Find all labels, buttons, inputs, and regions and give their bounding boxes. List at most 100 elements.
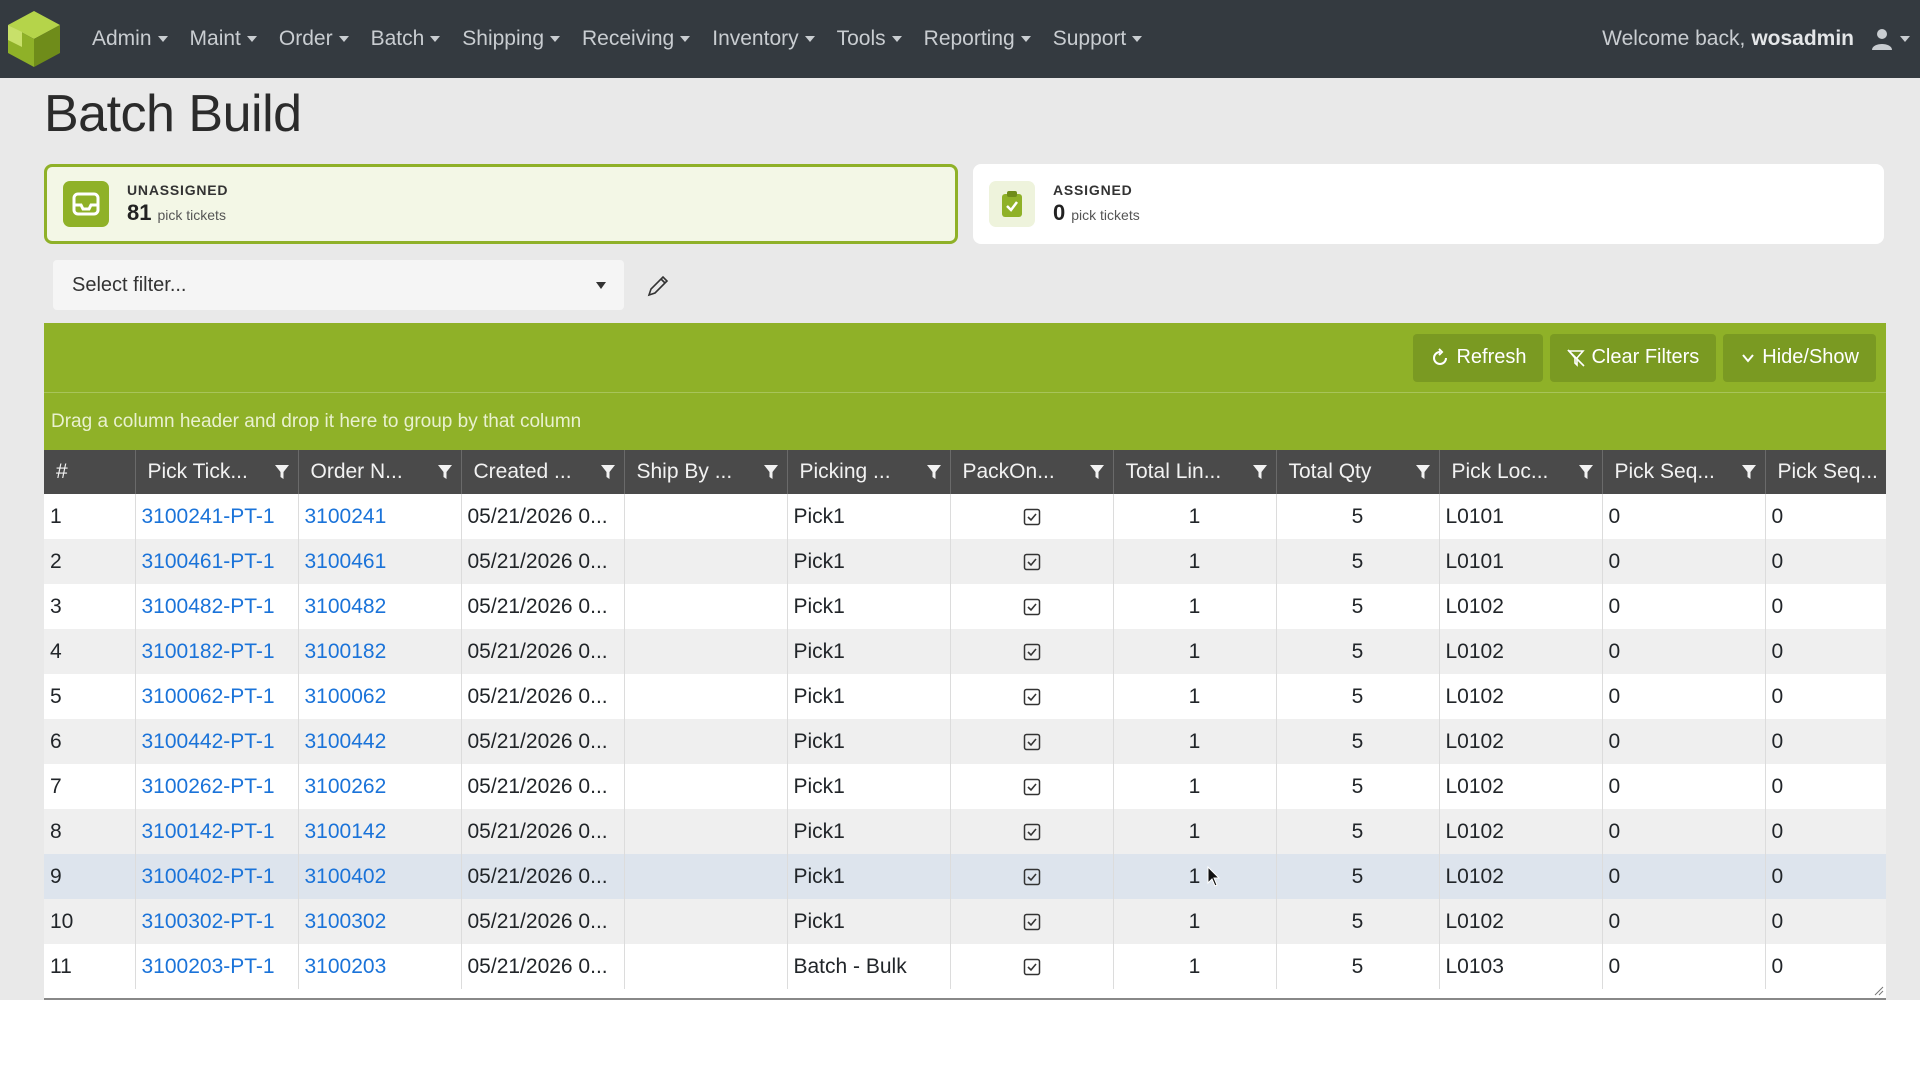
- nav-item-admin[interactable]: Admin: [92, 27, 168, 51]
- checkbox-checked-icon[interactable]: [1023, 508, 1041, 526]
- checkbox-checked-icon[interactable]: [1023, 733, 1041, 751]
- order-number-link[interactable]: 3100142: [305, 820, 387, 843]
- nav-item-support[interactable]: Support: [1053, 27, 1143, 51]
- filter-icon[interactable]: [1415, 464, 1431, 480]
- column-header[interactable]: Created ...: [461, 450, 625, 494]
- nav-item-reporting[interactable]: Reporting: [924, 27, 1031, 51]
- pick-ticket-link[interactable]: 3100402-PT-1: [142, 865, 275, 888]
- cell-n: 4: [44, 629, 136, 674]
- nav-item-batch[interactable]: Batch: [371, 27, 441, 51]
- pencil-icon[interactable]: [646, 274, 670, 298]
- column-header[interactable]: Ship By ...: [624, 450, 788, 494]
- filter-icon[interactable]: [1741, 464, 1757, 480]
- column-header[interactable]: #: [44, 450, 136, 494]
- filter-icon[interactable]: [763, 464, 779, 480]
- checkbox-checked-icon[interactable]: [1023, 958, 1041, 976]
- user-menu[interactable]: Welcome back, wosadmin: [1602, 0, 1910, 78]
- clear-filters-button[interactable]: Clear Filters: [1550, 333, 1717, 382]
- order-number-link[interactable]: 3100203: [305, 955, 387, 978]
- page-title: Batch Build: [44, 85, 302, 143]
- checkbox-checked-icon[interactable]: [1023, 643, 1041, 661]
- group-by-panel[interactable]: Drag a column header and drop it here to…: [44, 393, 1886, 450]
- column-header[interactable]: Pick Seq...: [1765, 450, 1886, 494]
- hide-show-button[interactable]: Hide/Show: [1723, 333, 1876, 382]
- nav-item-maint[interactable]: Maint: [190, 27, 257, 51]
- filter-icon[interactable]: [1578, 464, 1594, 480]
- column-header-label: PackOn...: [962, 460, 1055, 483]
- column-header[interactable]: Picking ...: [787, 450, 951, 494]
- column-header[interactable]: Total Qty: [1276, 450, 1440, 494]
- checkbox-checked-icon[interactable]: [1023, 868, 1041, 886]
- nav-item-inventory[interactable]: Inventory: [712, 27, 815, 51]
- filter-select[interactable]: Select filter...: [53, 260, 624, 310]
- cell-picking: Pick1: [787, 809, 951, 854]
- column-header[interactable]: Pick Loc...: [1439, 450, 1603, 494]
- pick-ticket-link[interactable]: 3100062-PT-1: [142, 685, 275, 708]
- column-header[interactable]: PackOn...: [950, 450, 1114, 494]
- pick-ticket-link[interactable]: 3100182-PT-1: [142, 640, 275, 663]
- nav-item-order[interactable]: Order: [279, 27, 349, 51]
- order-number-link[interactable]: 3100262: [305, 775, 387, 798]
- column-header[interactable]: Pick Seq...: [1602, 450, 1766, 494]
- table-row[interactable]: 3 3100482-PT-1 3100482 05/21/2026 0... Pick1…: [44, 584, 1886, 629]
- pick-ticket-link[interactable]: 3100203-PT-1: [142, 955, 275, 978]
- order-number-link[interactable]: 3100442: [305, 730, 387, 753]
- order-number-link[interactable]: 3100241: [305, 505, 387, 528]
- table-row[interactable]: 11 3100203-PT-1 3100203 05/21/2026 0... Batc…: [44, 944, 1886, 989]
- checkbox-checked-icon[interactable]: [1023, 778, 1041, 796]
- order-number-link[interactable]: 3100402: [305, 865, 387, 888]
- pick-ticket-link[interactable]: 3100262-PT-1: [142, 775, 275, 798]
- unassigned-card[interactable]: UNASSIGNED 81 pick tickets: [44, 164, 958, 244]
- pick-ticket-link[interactable]: 3100482-PT-1: [142, 595, 275, 618]
- table-row[interactable]: 5 3100062-PT-1 3100062 05/21/2026 0... Pick1…: [44, 674, 1886, 719]
- order-number-link[interactable]: 3100461: [305, 550, 387, 573]
- nav-item-receiving[interactable]: Receiving: [582, 27, 691, 51]
- nav-item-label: Maint: [189, 27, 241, 50]
- pick-ticket-link[interactable]: 3100302-PT-1: [142, 910, 275, 933]
- order-number-link[interactable]: 3100062: [305, 685, 387, 708]
- checkbox-checked-icon[interactable]: [1023, 823, 1041, 841]
- filter-icon[interactable]: [600, 464, 616, 480]
- order-number-link[interactable]: 3100182: [305, 640, 387, 663]
- pack-on-cell: [950, 944, 1114, 989]
- filter-icon[interactable]: [437, 464, 453, 480]
- table-row[interactable]: 2 3100461-PT-1 3100461 05/21/2026 0... Pick1…: [44, 539, 1886, 584]
- table-row[interactable]: 6 3100442-PT-1 3100442 05/21/2026 0... Pick1…: [44, 719, 1886, 764]
- cell-seq2: 0: [1765, 584, 1886, 629]
- table-row[interactable]: 4 3100182-PT-1 3100182 05/21/2026 0... Pick1…: [44, 629, 1886, 674]
- order-number-link[interactable]: 3100482: [305, 595, 387, 618]
- pick-ticket-link[interactable]: 3100461-PT-1: [142, 550, 275, 573]
- cell-seq2: 0: [1765, 539, 1886, 584]
- pick-ticket-link[interactable]: 3100241-PT-1: [142, 505, 275, 528]
- order-number-link[interactable]: 3100302: [305, 910, 387, 933]
- table-row[interactable]: 10 3100302-PT-1 3100302 05/21/2026 0... Pick…: [44, 899, 1886, 944]
- filter-icon[interactable]: [1089, 464, 1105, 480]
- checkbox-checked-icon[interactable]: [1023, 553, 1041, 571]
- table-row[interactable]: 9 3100402-PT-1 3100402 05/21/2026 0... Pick1…: [44, 854, 1886, 899]
- table-row[interactable]: 7 3100262-PT-1 3100262 05/21/2026 0... Pick1…: [44, 764, 1886, 809]
- assigned-card[interactable]: ASSIGNED 0 pick tickets: [973, 164, 1884, 244]
- column-header[interactable]: Total Lin...: [1113, 450, 1277, 494]
- checkbox-checked-icon[interactable]: [1023, 688, 1041, 706]
- column-header[interactable]: Order N...: [298, 450, 462, 494]
- table-row[interactable]: 8 3100142-PT-1 3100142 05/21/2026 0... Pick1…: [44, 809, 1886, 854]
- filter-icon[interactable]: [926, 464, 942, 480]
- cell-lines: 1: [1113, 809, 1277, 854]
- cell-qty: 5: [1276, 539, 1440, 584]
- table-row[interactable]: 1 3100241-PT-1 3100241 05/21/2026 0... Pick1…: [44, 494, 1886, 539]
- checkbox-checked-icon[interactable]: [1023, 598, 1041, 616]
- pick-ticket-link[interactable]: 3100142-PT-1: [142, 820, 275, 843]
- filter-icon[interactable]: [1252, 464, 1268, 480]
- resize-handle-icon[interactable]: [1874, 986, 1884, 996]
- nav-item-tools[interactable]: Tools: [837, 27, 902, 51]
- cell-ship: [624, 719, 788, 764]
- checkbox-checked-icon[interactable]: [1023, 913, 1041, 931]
- nav-item-shipping[interactable]: Shipping: [462, 27, 561, 51]
- pick-ticket-link[interactable]: 3100442-PT-1: [142, 730, 275, 753]
- cube-logo-icon[interactable]: [2, 7, 66, 71]
- filter-icon[interactable]: [274, 464, 290, 480]
- column-header[interactable]: Pick Tick...: [135, 450, 299, 494]
- refresh-button[interactable]: Refresh: [1413, 333, 1544, 382]
- cell-loc: L0102: [1439, 764, 1603, 809]
- user-icon[interactable]: [1870, 27, 1894, 51]
